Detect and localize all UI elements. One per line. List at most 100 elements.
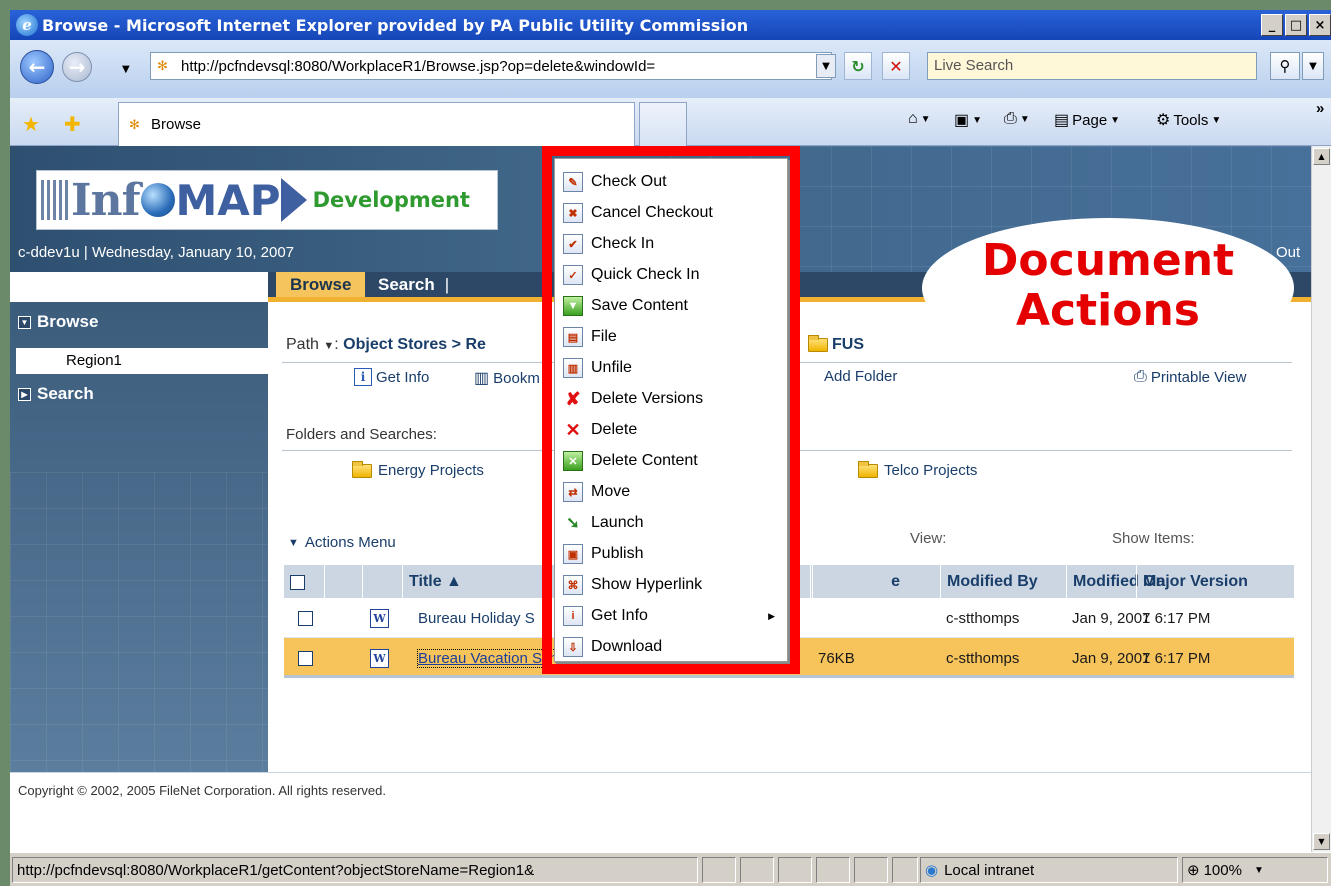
history-dropdown-icon[interactable]: ▼ — [122, 64, 130, 75]
back-button[interactable]: ← — [20, 50, 54, 84]
chevron-icon[interactable]: » — [1316, 100, 1324, 117]
zoom-control[interactable]: ⊕ 100% ▼ — [1182, 857, 1328, 883]
search-icon[interactable]: ⚲ — [1270, 52, 1300, 80]
menu-item-delete[interactable]: ✕ Delete — [563, 415, 783, 445]
address-dropdown-button[interactable]: ▼ — [816, 54, 836, 78]
publish-icon: ▣ — [563, 544, 583, 564]
size-cell: 76KB — [818, 649, 855, 667]
row-checkbox[interactable] — [298, 650, 313, 666]
hyperlink-icon: ⌘ — [563, 575, 583, 595]
menu-item-label: Launch — [591, 514, 644, 531]
menu-item-publish[interactable]: ▣ Publish — [563, 539, 783, 569]
page-icon: ✻ — [129, 117, 140, 132]
close-button[interactable]: × — [1309, 14, 1331, 36]
bookmark-link[interactable]: ▥ Bookm — [474, 368, 540, 388]
row-checkbox[interactable] — [298, 610, 313, 626]
word-document-icon[interactable]: W — [370, 648, 389, 668]
tab-browse[interactable]: ✻ Browse — [118, 102, 635, 146]
menu-item-file[interactable]: ▤ File — [563, 322, 783, 352]
menu-item-delete-versions[interactable]: ✘ Delete Versions — [563, 384, 783, 414]
printable-view-link[interactable]: ⎙ Printable View — [1134, 368, 1246, 386]
file-icon: ▤ — [563, 327, 583, 347]
menu-item-check-out[interactable]: ✎ Check Out — [563, 167, 783, 197]
nav-search-header[interactable]: ▶ Search — [18, 384, 94, 404]
major-version-cell: 1 — [1142, 649, 1151, 667]
check-out-icon: ✎ — [563, 172, 583, 192]
stop-button[interactable]: ✕ — [882, 52, 910, 80]
maximize-button[interactable]: □ — [1285, 14, 1307, 36]
header-major-version[interactable]: Major Version — [1136, 565, 1294, 599]
address-input[interactable]: ✻ http://pcfndevsql:8080/WorkplaceR1/Bro… — [150, 52, 832, 80]
breadcrumb-fus[interactable]: FUS — [808, 335, 864, 354]
tab-browse-app[interactable]: Browse — [276, 272, 366, 297]
menu-item-download[interactable]: ⇩ Download — [563, 632, 783, 662]
print-button[interactable]: ⎙ ▼ — [1004, 110, 1030, 128]
tab-label: Browse — [151, 116, 202, 133]
bookmark-icon: ▥ — [474, 370, 490, 387]
document-link[interactable]: Bureau Holiday S — [418, 610, 535, 627]
zoom-dropdown-icon[interactable]: ▼ — [1254, 865, 1264, 876]
menu-item-label: Download — [591, 638, 663, 655]
feeds-button[interactable]: ▣ ▼ — [954, 110, 982, 130]
path-dropdown-icon[interactable]: ▼ — [323, 340, 334, 352]
actions-menu-toggle[interactable]: ▼ Actions Menu — [288, 534, 396, 551]
menu-item-label: Delete Content — [591, 452, 698, 469]
tab-search-app[interactable]: Search | — [364, 272, 463, 297]
status-pane — [854, 857, 888, 883]
address-url: http://pcfndevsql:8080/WorkplaceR1/Brows… — [181, 57, 656, 75]
expand-icon[interactable]: ▶ — [18, 387, 31, 401]
menu-item-label: Check Out — [591, 173, 667, 190]
nav-item-region1[interactable]: Region1 — [16, 348, 268, 374]
menu-item-check-in[interactable]: ✔ Check In — [563, 229, 783, 259]
logo-development: Development — [312, 188, 470, 212]
folder-telco-projects[interactable]: Telco Projects — [858, 460, 977, 479]
menu-item-delete-content[interactable]: ✕ Delete Content — [563, 446, 783, 476]
page-menu-button[interactable]: ▤ Page ▼ — [1054, 110, 1120, 130]
menu-item-get-info[interactable]: i Get Info ▶ — [563, 601, 783, 631]
folder-energy-projects[interactable]: Energy Projects — [352, 460, 484, 479]
live-search-input[interactable]: Live Search — [927, 52, 1257, 80]
select-all-checkbox[interactable] — [290, 574, 305, 590]
add-folder-link[interactable]: Add Folder — [824, 368, 897, 385]
add-favorites-icon[interactable]: ✚ — [64, 112, 81, 136]
menu-item-save-content[interactable]: ▼ Save Content — [563, 291, 783, 321]
user-date-line: c-ddev1u | Wednesday, January 10, 2007 — [18, 244, 295, 261]
select-all-cell — [284, 565, 324, 599]
header-modified-by[interactable]: Modified By — [940, 565, 1066, 599]
menu-item-show-hyperlink[interactable]: ⌘ Show Hyperlink — [563, 570, 783, 600]
menu-item-unfile[interactable]: ▥ Unfile — [563, 353, 783, 383]
favorites-star-icon[interactable]: ★ — [22, 112, 40, 136]
download-icon: ⇩ — [563, 637, 583, 657]
new-tab-button[interactable] — [639, 102, 687, 146]
logo-map: MAP — [175, 175, 281, 225]
cancel-checkout-icon: ✖ — [563, 203, 583, 223]
home-button[interactable]: ⌂ ▼ — [908, 110, 931, 128]
info-icon: i — [563, 606, 583, 626]
collapse-icon[interactable]: ▼ — [18, 315, 31, 329]
breadcrumb-object-stores[interactable]: Object Stores — [343, 336, 447, 353]
minimize-button[interactable]: _ — [1261, 14, 1283, 36]
vertical-scrollbar[interactable]: ▲ ▼ — [1311, 146, 1331, 852]
scroll-up-icon[interactable]: ▲ — [1313, 148, 1330, 165]
logo-stripes — [41, 180, 71, 220]
modified-by-cell: c-stthomps — [946, 609, 1020, 627]
window-titlebar[interactable]: e Browse - Microsoft Internet Explorer p… — [10, 10, 1331, 40]
row-checkbox-cell — [292, 598, 313, 638]
tools-menu-button[interactable]: ⚙ Tools ▼ — [1156, 110, 1221, 130]
menu-item-launch[interactable]: ➘ Launch — [563, 508, 783, 538]
refresh-button[interactable]: ↻ — [844, 52, 872, 80]
forward-button[interactable]: → — [62, 52, 92, 82]
get-info-link[interactable]: i Get Info — [354, 368, 429, 386]
scroll-down-icon[interactable]: ▼ — [1313, 833, 1330, 850]
search-options-button[interactable]: ▼ — [1302, 52, 1324, 80]
security-zone[interactable]: ◉ Local intranet — [920, 857, 1178, 883]
menu-item-label: Cancel Checkout — [591, 204, 713, 221]
menu-item-move[interactable]: ⇄ Move — [563, 477, 783, 507]
nav-browse-header[interactable]: ▼ Browse — [18, 312, 98, 332]
menu-item-cancel-checkout[interactable]: ✖ Cancel Checkout — [563, 198, 783, 228]
menu-item-label: Publish — [591, 545, 644, 562]
word-document-icon[interactable]: W — [370, 608, 389, 628]
breadcrumb-region[interactable]: Re — [465, 336, 485, 353]
menu-item-quick-check-in[interactable]: ✓ Quick Check In — [563, 260, 783, 290]
menu-item-label: Delete Versions — [591, 390, 704, 407]
